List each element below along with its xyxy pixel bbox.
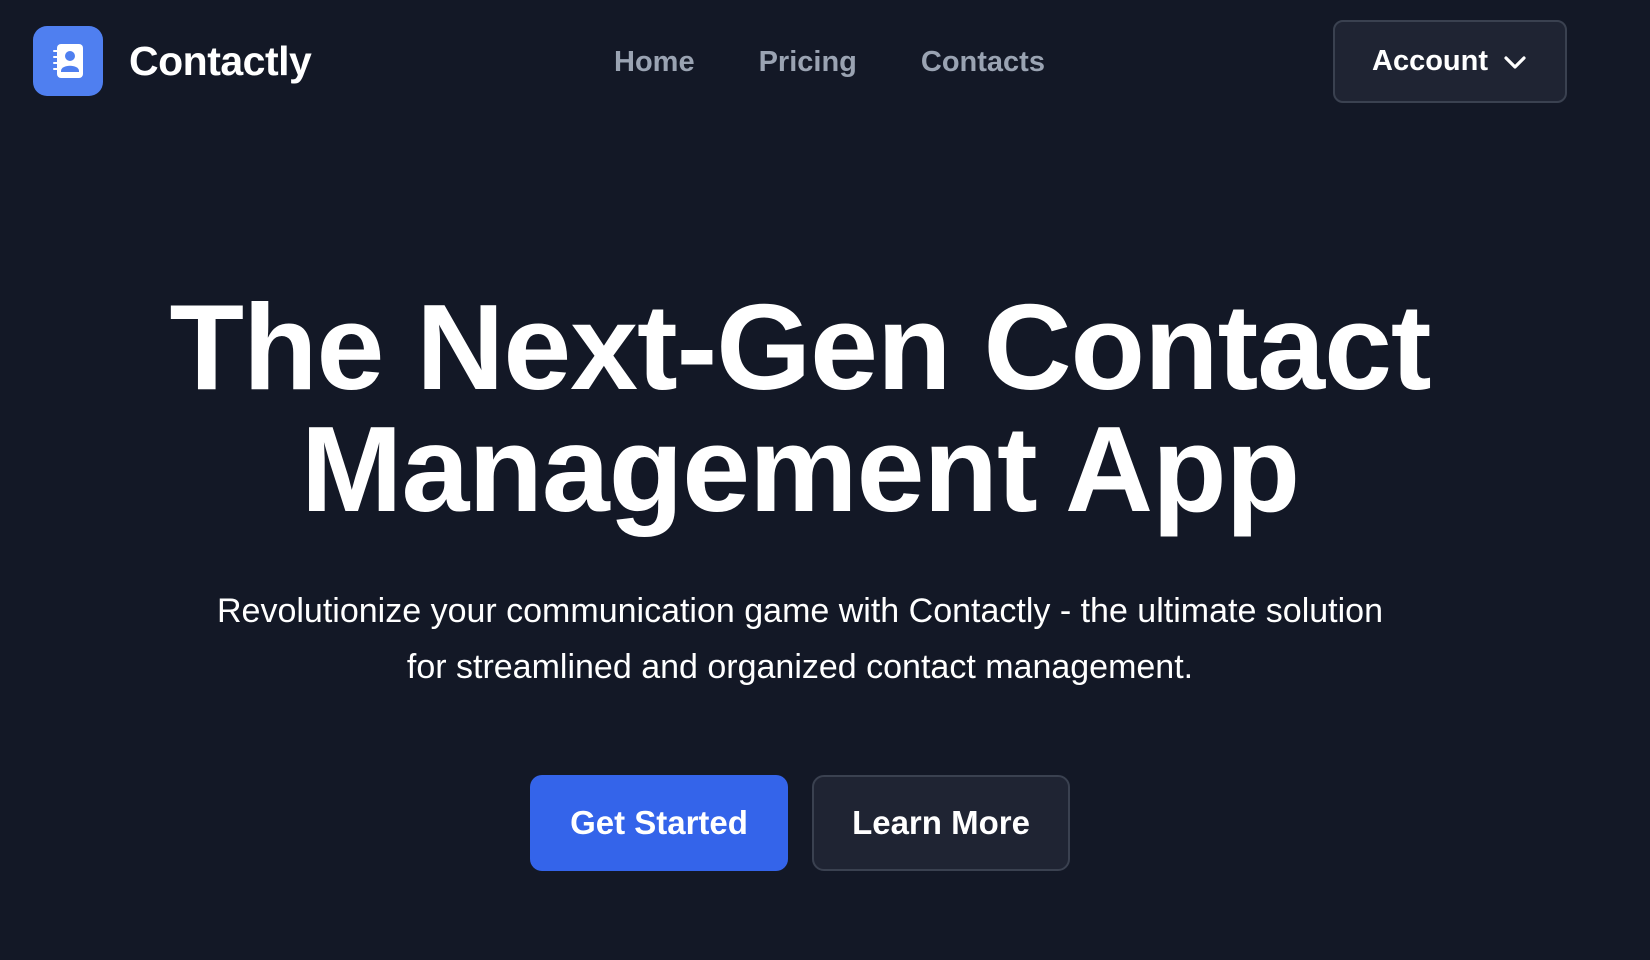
brand-name: Contactly bbox=[129, 37, 312, 84]
top-navbar: Contactly Home Pricing Contacts Account bbox=[0, 0, 1650, 124]
hero-title-line-1: The Next-Gen Contact bbox=[169, 279, 1431, 415]
account-label: Account bbox=[1372, 45, 1488, 77]
hero-subtitle-line-2: for streamlined and organized contact ma… bbox=[406, 648, 1194, 686]
contact-book-icon bbox=[33, 26, 103, 96]
get-started-button[interactable]: Get Started bbox=[530, 775, 788, 871]
nav-link-home[interactable]: Home bbox=[614, 47, 695, 77]
account-dropdown-button[interactable]: Account bbox=[1333, 20, 1567, 103]
chevron-down-icon bbox=[1502, 49, 1528, 75]
contact-book-icon-svg bbox=[53, 44, 83, 78]
brand[interactable]: Contactly bbox=[33, 26, 312, 96]
cta-buttons: Get Started Learn More bbox=[530, 775, 1070, 871]
hero-subtitle-line-1: Revolutionize your communication game wi… bbox=[217, 592, 1383, 630]
learn-more-button[interactable]: Learn More bbox=[812, 775, 1070, 871]
nav-link-pricing[interactable]: Pricing bbox=[759, 47, 857, 77]
hero-title-line-2: Management App bbox=[300, 401, 1300, 537]
nav-link-contacts[interactable]: Contacts bbox=[921, 47, 1045, 77]
hero-title: The Next-Gen Contact Management App bbox=[0, 286, 1600, 530]
main-nav: Home Pricing Contacts bbox=[614, 42, 1045, 82]
hero-subtitle: Revolutionize your communication game wi… bbox=[0, 583, 1600, 695]
